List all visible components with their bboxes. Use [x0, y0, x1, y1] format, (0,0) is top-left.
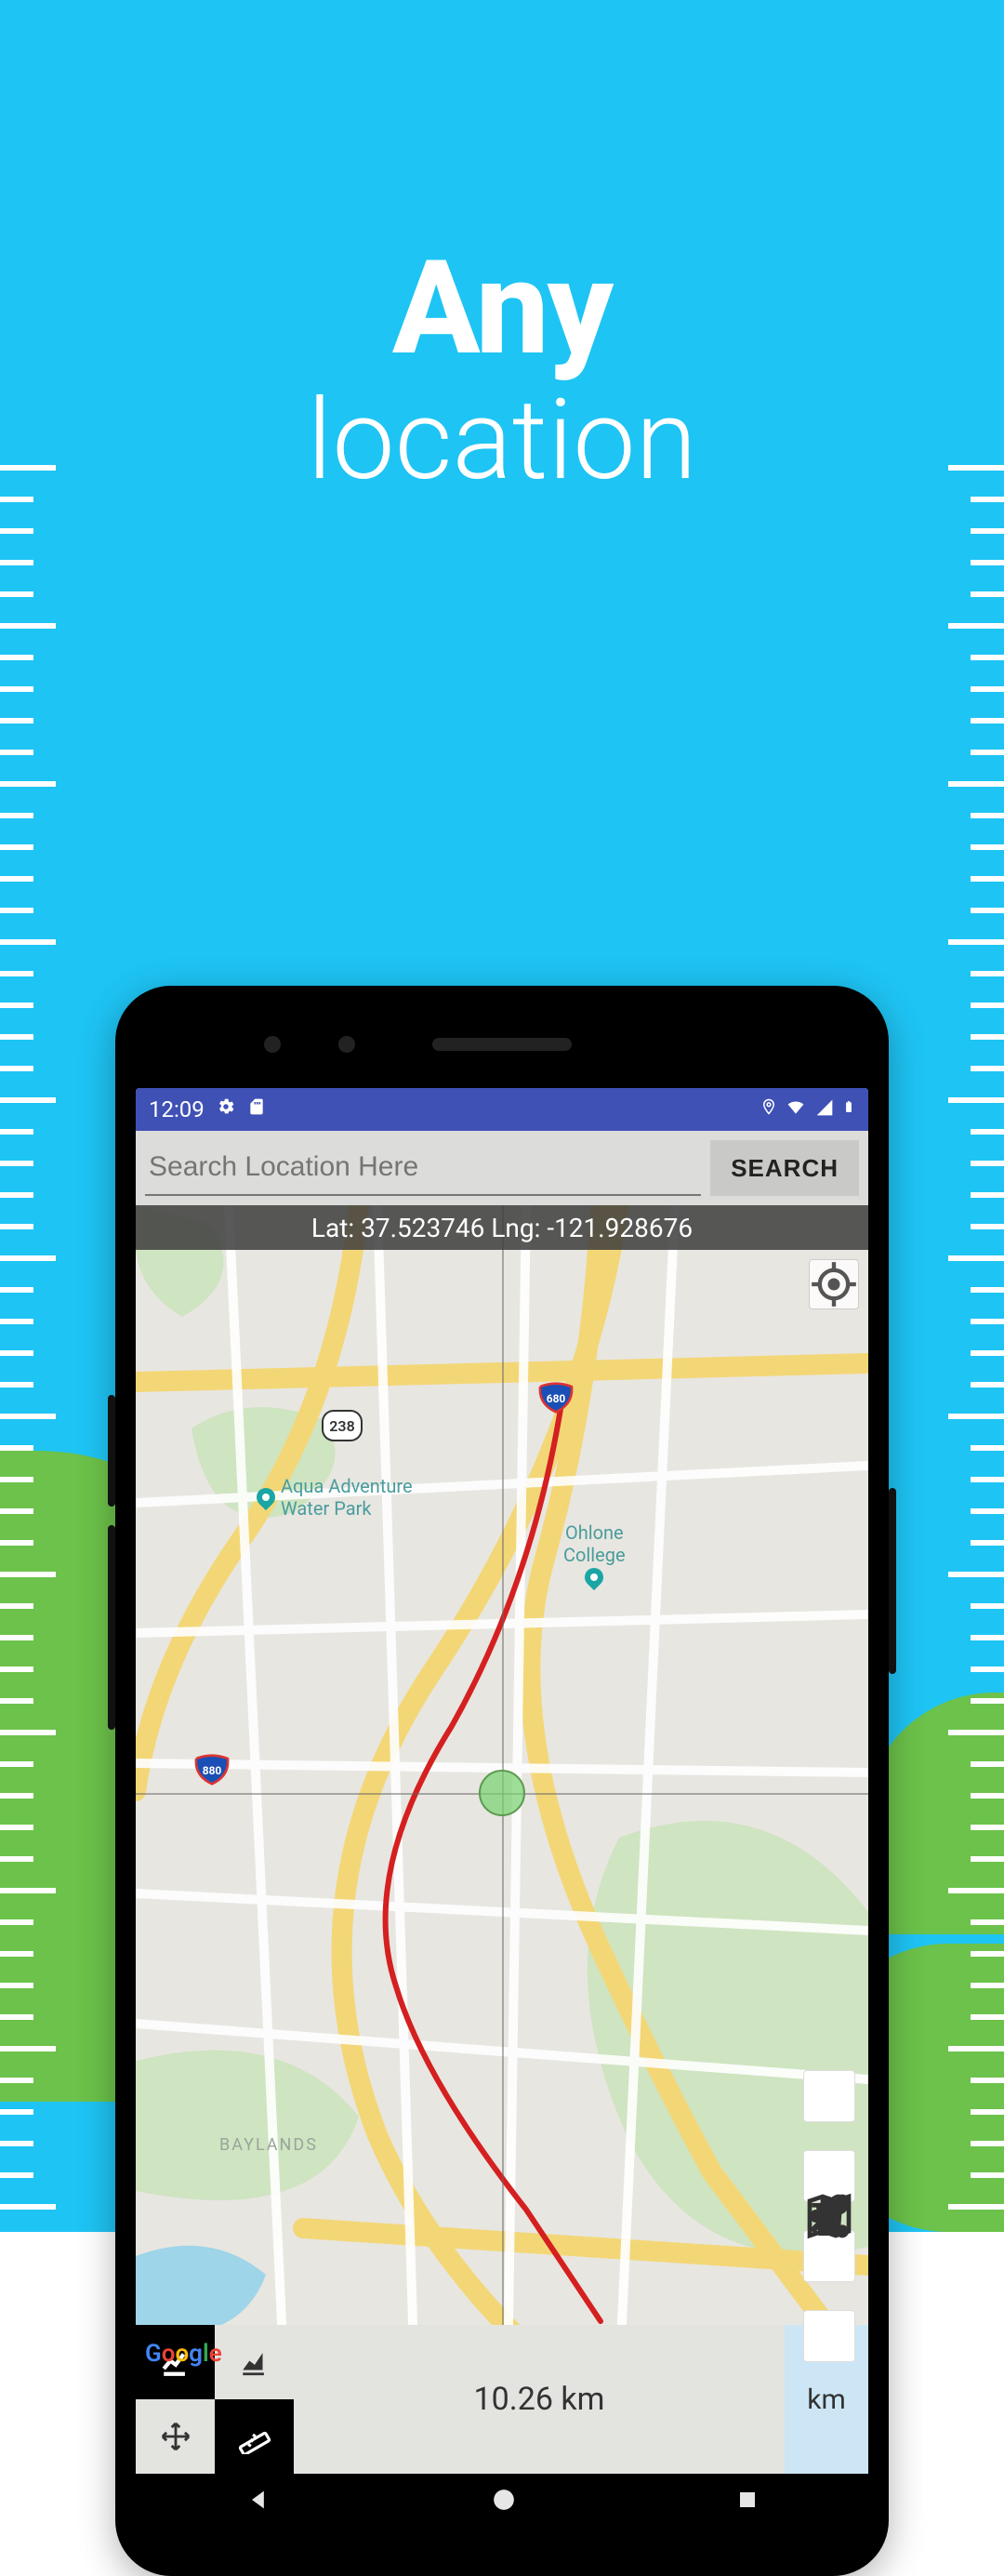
nav-recents-button[interactable]: [736, 2489, 759, 2515]
title-line-2: location: [0, 376, 1004, 506]
svg-text:238: 238: [329, 1417, 354, 1435]
crosshair-icon: [810, 1260, 858, 1308]
circle-icon: [492, 2488, 516, 2512]
coordinates-bar: Lat: 37.523746 Lng: -121.928676: [136, 1205, 868, 1250]
phone-screen: 12:09: [136, 1088, 868, 2530]
district-label: BAYLANDS: [219, 2135, 318, 2155]
location-pin-icon: [760, 1096, 777, 1122]
sd-card-icon: [247, 1096, 266, 1122]
poi-ohlone-college[interactable]: Ohlone College: [563, 1521, 626, 1587]
svg-text:880: 880: [203, 1764, 222, 1777]
poi-label: Aqua Adventure Water Park: [281, 1475, 413, 1520]
phone-camera: [264, 1036, 281, 1053]
my-location-button[interactable]: [809, 1259, 859, 1309]
status-bar: 12:09: [136, 1088, 868, 1131]
poi-label: Ohlone College: [563, 1521, 626, 1566]
search-input[interactable]: [145, 1140, 701, 1196]
phone-side-button: [108, 1525, 115, 1730]
nav-home-button[interactable]: [492, 2488, 516, 2516]
clock: 12:09: [149, 1096, 205, 1122]
crosshair-center: [479, 1770, 525, 1816]
title-line-1: Any: [0, 232, 1004, 385]
ruler-icon: [237, 2419, 272, 2454]
wrench-icon: [803, 2070, 855, 2362]
phone-side-button: [889, 1488, 896, 1674]
poi-aqua-adventure[interactable]: Aqua Adventure Water Park: [257, 1475, 413, 1520]
map-pin-icon: [581, 1564, 607, 1590]
cellular-icon: [814, 1096, 835, 1122]
interstate-shield-680: 680: [535, 1382, 576, 1414]
svg-text:680: 680: [547, 1392, 566, 1405]
measurement-value: 10.26 km: [294, 2325, 785, 2474]
search-bar: SEARCH: [136, 1131, 868, 1205]
phone-side-button: [108, 1395, 115, 1507]
back-triangle-icon: [245, 2487, 271, 2513]
bottom-toolbar: 10.26 km km: [136, 2325, 868, 2474]
google-attribution: Google: [145, 2340, 222, 2368]
nav-back-button[interactable]: [245, 2487, 271, 2516]
settings-button[interactable]: [803, 2310, 855, 2362]
phone-camera: [338, 1036, 355, 1053]
phone-frame: 12:09: [115, 986, 889, 2576]
measure-button[interactable]: [215, 2399, 294, 2474]
chart-area-button[interactable]: [215, 2325, 294, 2399]
coordinates-text: Lat: 37.523746 Lng: -121.928676: [311, 1213, 693, 1243]
map-view[interactable]: Aqua Adventure Water Park Ohlone College…: [136, 1205, 868, 2381]
android-nav-bar: [136, 2474, 868, 2530]
route-shield-238: 238: [322, 1410, 363, 1441]
search-button[interactable]: SEARCH: [710, 1140, 859, 1196]
promo-background: Any location 12:09: [0, 0, 1004, 2232]
area-chart-icon: [239, 2346, 271, 2378]
battery-icon: [842, 1096, 855, 1122]
phone-speaker: [432, 1038, 572, 1051]
gear-icon: [216, 1096, 236, 1122]
wifi-icon: [785, 1096, 807, 1122]
interstate-shield-880: 880: [192, 1754, 232, 1786]
move-button[interactable]: [136, 2399, 215, 2474]
map-pin-icon: [253, 1484, 279, 1510]
promo-title: Any location: [0, 232, 1004, 506]
move-icon: [160, 2421, 192, 2452]
square-icon: [736, 2489, 759, 2511]
